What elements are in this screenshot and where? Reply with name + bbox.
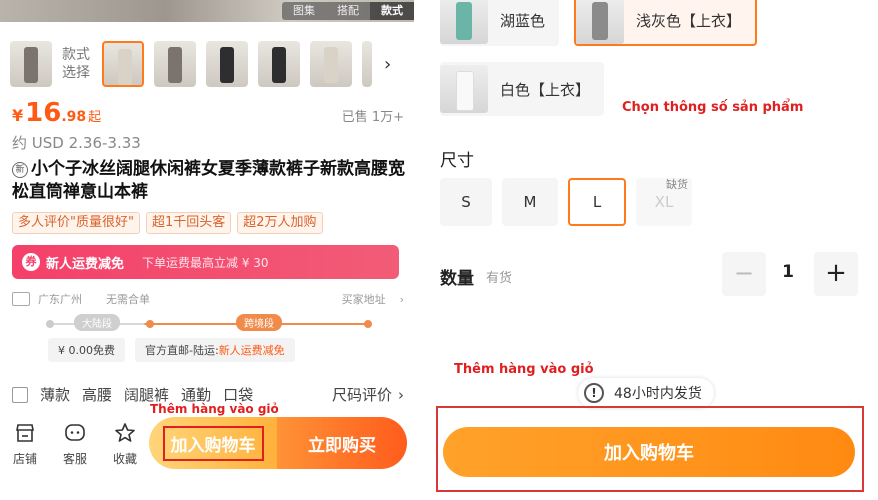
style-thumb-2[interactable] <box>154 41 196 87</box>
color-option-white[interactable]: 白色【上衣】 <box>440 62 605 116</box>
size-review-label: 尺码评价 <box>331 386 392 404</box>
price-decimal: .98 <box>61 109 87 125</box>
color-option-light-gray[interactable]: 浅灰色【上衣】 <box>574 0 758 46</box>
color-label: 湖蓝色 <box>500 11 546 30</box>
size-review-link[interactable]: 尺码评价 › <box>332 384 404 405</box>
delivery-badge: ! 48小时内发货 <box>578 378 714 408</box>
service-button[interactable]: 客服 <box>50 421 100 467</box>
shipping-fees: ¥ 0.00免费 官方直邮-陆运:新人运费减免 <box>12 338 404 362</box>
bottom-action-bar: 店铺 客服 收藏 加入购物车 立即购买 <box>0 414 414 474</box>
chip-thin[interactable]: 薄款 <box>40 384 70 405</box>
track-dot-start <box>46 320 54 328</box>
stage-crossborder: 跨境段 <box>236 314 282 331</box>
tag-returning[interactable]: 超1千回头客 <box>145 212 232 234</box>
promo-subtitle: 下单运费最高立减 ¥ 30 <box>142 255 269 270</box>
color-swatch-image <box>576 0 624 44</box>
add-to-cart-button[interactable]: 加入购物车 <box>149 417 277 469</box>
style-thumb-4[interactable] <box>258 41 300 87</box>
size-option-s[interactable]: S <box>440 178 492 226</box>
chat-icon <box>65 424 85 441</box>
size-label: 尺寸 <box>440 151 474 171</box>
fee-crossborder: 官方直邮-陆运:新人运费减免 <box>135 338 295 362</box>
shop-button[interactable]: 店铺 <box>0 421 50 467</box>
product-tags: 多人评价"质量很好" 超1千回头客 超2万人加购 <box>12 212 323 234</box>
sold-count: 已售 1万+ <box>341 110 404 125</box>
style-select-label[interactable]: 款式 选择 <box>62 46 92 82</box>
product-title: 新小个子冰丝阔腿休闲裤女夏季薄款裤子新款高腰宽松直筒禅意山本裤 <box>12 158 407 204</box>
ship-from: 广东广州 <box>38 293 82 306</box>
style-thumb-3[interactable] <box>206 41 248 87</box>
truck-icon <box>12 292 30 306</box>
style-thumb-5[interactable] <box>310 41 352 87</box>
chevron-right-icon: › <box>398 385 404 404</box>
delivery-text: 48小时内发货 <box>614 386 702 402</box>
color-option-lake-blue[interactable]: 湖蓝色 <box>440 0 560 46</box>
style-thumb-selected[interactable] <box>102 41 144 87</box>
chevron-right-icon[interactable]: › <box>384 54 391 75</box>
shipping-track: 大陆段 跨境段 <box>12 312 404 334</box>
usd-price: 约 USD 2.36-3.33 <box>12 134 141 152</box>
fee-method: 官方直邮-陆运: <box>145 344 219 357</box>
chip-high-waist[interactable]: 高腰 <box>82 384 112 405</box>
shop-icon <box>16 424 34 442</box>
product-image-strip[interactable]: 图集 搭配 款式 <box>0 0 414 22</box>
buyer-address: 买家地址 <box>341 293 386 306</box>
quantity-value[interactable]: 1 <box>776 262 800 282</box>
hero-tabs: 图集 搭配 款式 <box>282 2 414 20</box>
stage-mainland: 大陆段 <box>74 314 120 331</box>
tag-quality[interactable]: 多人评价"质量很好" <box>12 212 140 234</box>
style-thumb-6[interactable] <box>362 41 372 87</box>
tab-gallery[interactable]: 图集 <box>282 2 326 20</box>
fee-discount: 新人运费减免 <box>218 344 285 357</box>
tab-outfit[interactable]: 搭配 <box>326 2 370 20</box>
left-product-panel: 图集 搭配 款式 款式 选择 › ¥ 16 .98 起 已售 1万+ 约 USD… <box>0 0 414 500</box>
color-swatch-image <box>440 0 488 44</box>
shop-label: 店铺 <box>12 452 37 466</box>
ship-merge: 无需合单 <box>106 293 150 306</box>
service-label: 客服 <box>62 452 87 466</box>
right-sku-panel: 湖蓝色 浅灰色【上衣】 白色【上衣】 Chọn thông số sản phẩ… <box>436 0 878 500</box>
track-dot-mid <box>146 320 154 328</box>
annotation-add-cart-right: Thêm hàng vào giỏ <box>454 362 594 377</box>
tag-icon <box>12 386 28 403</box>
quantity-label: 数量 <box>440 269 474 289</box>
tab-style[interactable]: 款式 <box>370 2 414 20</box>
size-option-l[interactable]: L <box>568 178 626 226</box>
price-integer: 16 <box>25 98 62 128</box>
new-badge-icon: 新 <box>12 162 28 178</box>
track-dot-end <box>364 320 372 328</box>
color-label: 白色【上衣】 <box>500 80 591 99</box>
price-row: ¥ 16 .98 起 已售 1万+ <box>12 98 404 128</box>
price-unit: 起 <box>88 110 102 125</box>
fee-mainland: ¥ 0.00免费 <box>48 338 125 362</box>
promo-banner[interactable]: 券 新人运费减免 下单运费最高立减 ¥ 30 <box>12 245 399 279</box>
price-currency: ¥ <box>12 106 24 125</box>
color-label: 浅灰色【上衣】 <box>636 11 742 30</box>
quantity-increase-button[interactable]: + <box>814 252 858 296</box>
coupon-icon: 券 <box>22 253 40 271</box>
style-thumbnails: 款式 选择 › <box>10 40 410 88</box>
size-option-m[interactable]: M <box>502 178 558 226</box>
add-to-cart-button-large[interactable]: 加入购物车 <box>443 427 855 477</box>
product-title-text: 小个子冰丝阔腿休闲裤女夏季薄款裤子新款高腰宽松直筒禅意山本裤 <box>12 159 405 202</box>
stock-status: 有货 <box>486 271 513 286</box>
tag-added-cart[interactable]: 超2万人加购 <box>237 212 323 234</box>
promo-title: 新人运费减免 <box>46 256 125 272</box>
favorite-button[interactable]: 收藏 <box>100 421 150 467</box>
style-thumb-1[interactable] <box>10 41 52 87</box>
buy-now-button[interactable]: 立即购买 <box>277 417 407 469</box>
star-icon <box>115 423 135 442</box>
out-of-stock-label: 缺货 <box>666 178 688 191</box>
shipping-info[interactable]: 广东广州 无需合单 买家地址 › 大陆段 跨境段 ¥ 0.00免费 官方直邮-陆… <box>12 290 404 364</box>
quantity-decrease-button[interactable]: − <box>722 252 766 296</box>
chevron-right-icon: › <box>399 292 404 306</box>
add-to-cart-label: 加入购物车 <box>162 425 264 461</box>
alert-icon: ! <box>584 383 604 403</box>
favorite-label: 收藏 <box>112 452 137 466</box>
shipping-route: 广东广州 无需合单 买家地址 › <box>12 290 404 308</box>
color-swatch-image <box>440 65 488 113</box>
annotation-select-spec: Chọn thông số sản phẩm <box>622 100 804 115</box>
